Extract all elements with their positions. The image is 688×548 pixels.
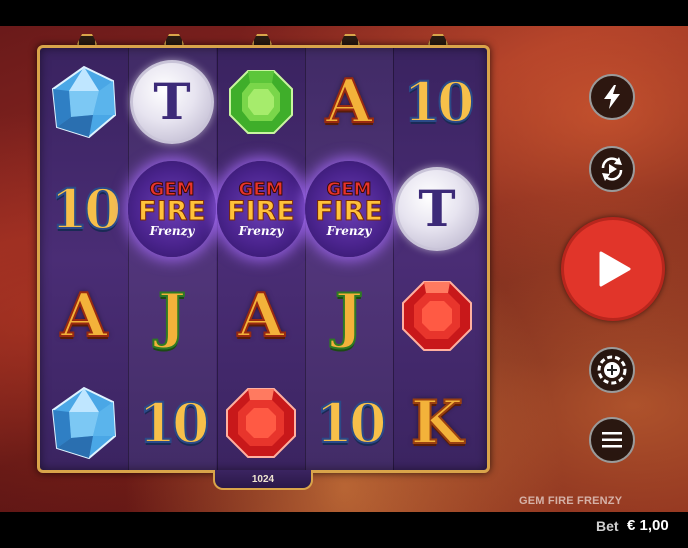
bottom-info-bar (0, 512, 688, 548)
symbol-ace: A (60, 280, 109, 352)
bet-label: Bet (596, 518, 619, 534)
menu-button[interactable] (589, 417, 635, 463)
autoplay-button[interactable] (589, 146, 635, 192)
hammer-icon: T (395, 166, 479, 251)
symbol-ten: 10 (49, 176, 122, 242)
symbol-ruby (217, 369, 305, 470)
symbol-wild: GEM FIRE Frenzy (128, 155, 216, 262)
bet-value[interactable]: € 1,00 (627, 517, 669, 534)
symbol-wild: GEM FIRE Frenzy (305, 155, 393, 262)
symbol-blue-diamond (40, 369, 128, 470)
symbol-wild: GEM FIRE Frenzy (217, 155, 305, 262)
ways-indicator: 1024 (213, 470, 313, 490)
ways-count: 1024 (251, 473, 275, 485)
symbol-hammer: T (128, 48, 216, 155)
chip-icon (597, 355, 627, 385)
hamburger-icon (602, 432, 622, 448)
symbol-jack: J (157, 280, 187, 352)
spin-button[interactable] (561, 217, 665, 321)
bet-button[interactable] (589, 347, 635, 393)
autoplay-icon (601, 157, 623, 181)
blue-diamond-icon (51, 65, 117, 138)
game-title: GEM FIRE FRENZY (519, 495, 623, 507)
hammer-icon: T (130, 59, 214, 144)
lightning-icon (604, 85, 620, 109)
symbol-emerald (217, 48, 305, 155)
symbol-hammer: T (393, 155, 481, 262)
turbo-button[interactable] (589, 74, 635, 120)
play-icon (599, 251, 631, 287)
blue-diamond-icon (51, 386, 117, 459)
symbol-king: K (410, 387, 464, 459)
emerald-icon (229, 69, 293, 134)
wild-logo: GEM FIRE Frenzy (217, 160, 305, 257)
ruby-icon (226, 387, 296, 458)
symbol-ace: A (237, 280, 286, 352)
symbol-ten: 10 (314, 390, 387, 456)
symbol-ruby (393, 262, 481, 369)
symbol-ace: A (325, 66, 374, 138)
wild-logo: GEM FIRE Frenzy (305, 160, 393, 257)
top-black-bar (0, 0, 688, 26)
symbol-jack: J (334, 280, 364, 352)
wild-logo: GEM FIRE Frenzy (128, 160, 216, 257)
symbol-blue-diamond (40, 48, 128, 155)
ruby-icon (402, 280, 472, 351)
symbol-ten: 10 (137, 390, 210, 456)
symbol-ten: 10 (402, 69, 475, 135)
reel-grid: 10 A T GEM FIRE Frenzy J 10 GEM FIRE Fre… (37, 45, 490, 473)
